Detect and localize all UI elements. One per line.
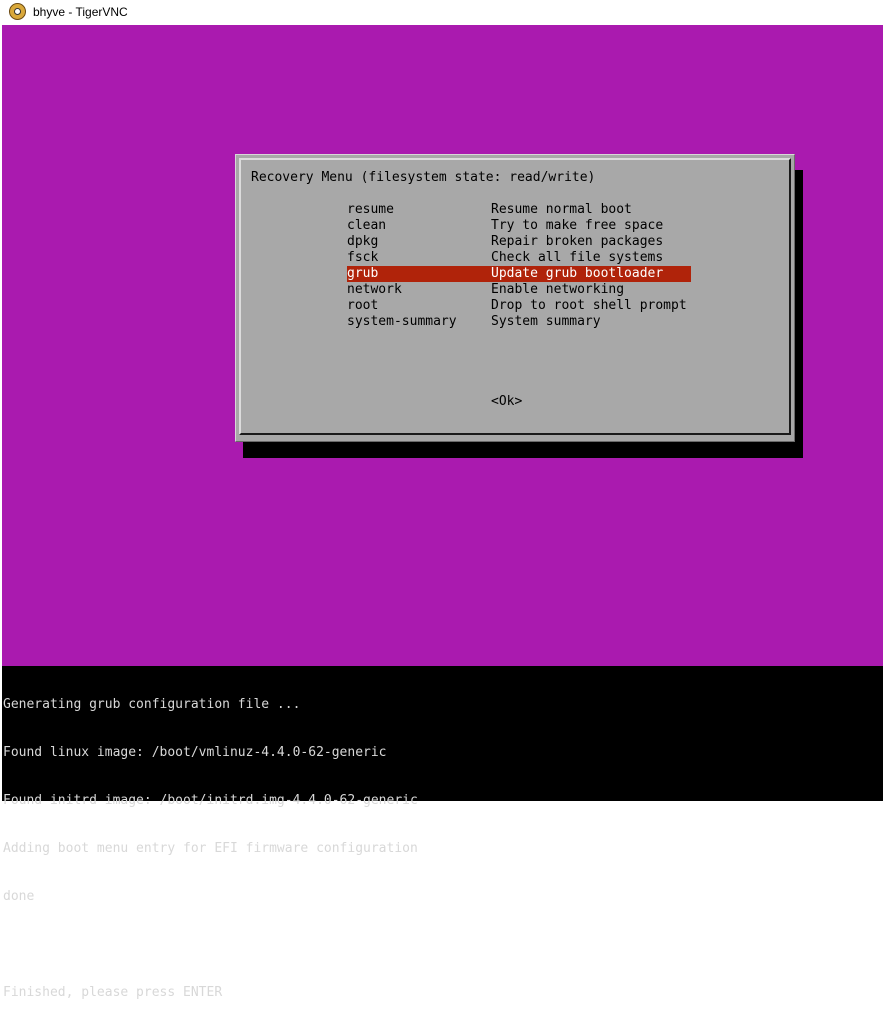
menu-item-tag: grub xyxy=(347,266,379,281)
recovery-menu-dialog: Recovery Menu (filesystem state: read/wr… xyxy=(235,154,795,442)
console-lines: Generating grub configuration file ... F… xyxy=(3,665,418,1033)
console-line: Found initrd image: /boot/initrd.img-4.4… xyxy=(3,793,418,808)
menu-item-desc: Try to make free space xyxy=(491,218,664,233)
menu-item-desc: Drop to root shell prompt xyxy=(491,298,687,313)
menu-item-desc: Repair broken packages xyxy=(491,234,664,249)
menu-item-fsck[interactable]: fsck Check all file systems xyxy=(347,250,691,266)
menu-item-tag: network xyxy=(347,282,402,297)
menu-item-system-summary[interactable]: system-summary System summary xyxy=(347,314,691,330)
console-line: Finished, please press ENTER xyxy=(3,985,223,1000)
recovery-menu-list: resume Resume normal boot clean Try to m… xyxy=(347,202,691,330)
menu-item-clean[interactable]: clean Try to make free space xyxy=(347,218,691,234)
dialog-title: Recovery Menu (filesystem state: read/wr… xyxy=(251,170,596,185)
console-line: done xyxy=(3,889,35,904)
console-line: Found linux image: /boot/vmlinuz-4.4.0-6… xyxy=(3,745,387,760)
window-titlebar[interactable]: bhyve - TigerVNC xyxy=(0,0,883,25)
menu-item-tag: fsck xyxy=(347,250,379,265)
menu-item-dpkg[interactable]: dpkg Repair broken packages xyxy=(347,234,691,250)
console-line: Adding boot menu entry for EFI firmware … xyxy=(3,841,418,856)
tigervnc-icon xyxy=(9,3,26,20)
menu-item-tag: system-summary xyxy=(347,314,457,329)
menu-item-tag: resume xyxy=(347,202,394,217)
menu-item-root[interactable]: root Drop to root shell prompt xyxy=(347,298,691,314)
menu-item-desc: System summary xyxy=(491,314,601,329)
menu-item-desc: Update grub bootloader xyxy=(491,266,664,281)
menu-item-tag: clean xyxy=(347,218,387,233)
menu-item-resume[interactable]: resume Resume normal boot xyxy=(347,202,691,218)
window-title: bhyve - TigerVNC xyxy=(33,5,128,19)
menu-item-desc: Check all file systems xyxy=(491,250,664,265)
console-line: Generating grub configuration file ... xyxy=(3,697,301,712)
menu-item-tag: dpkg xyxy=(347,234,379,249)
menu-item-desc: Enable networking xyxy=(491,282,625,297)
ok-button[interactable]: <Ok> xyxy=(491,394,522,410)
console-output: Generating grub configuration file ... F… xyxy=(2,666,883,1000)
menu-item-tag: root xyxy=(347,298,379,313)
menu-item-desc: Resume normal boot xyxy=(491,202,632,217)
menu-item-grub[interactable]: grub Update grub bootloader xyxy=(347,266,691,282)
menu-item-network[interactable]: network Enable networking xyxy=(347,282,691,298)
